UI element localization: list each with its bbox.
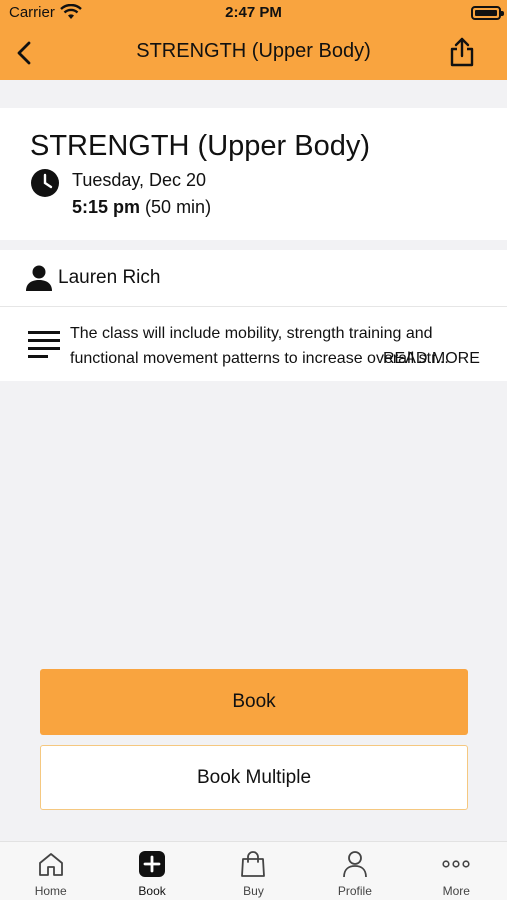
tab-home[interactable]: Home: [0, 842, 101, 900]
class-time: 5:15 pm: [72, 197, 141, 217]
read-more-link[interactable]: READ MORE: [383, 346, 480, 371]
tab-bar: Home Book Buy Profile More: [0, 841, 507, 900]
page-title: STRENGTH (Upper Body): [136, 40, 371, 62]
clock-icon: [31, 169, 59, 197]
class-duration: (50 min): [145, 197, 212, 217]
tab-home-label: Home: [34, 884, 67, 898]
nav-bar: STRENGTH (Upper Body): [0, 26, 507, 80]
tab-more-label: More: [442, 884, 470, 898]
tab-more[interactable]: More: [406, 842, 507, 900]
home-icon: [38, 853, 63, 876]
tab-buy[interactable]: Buy: [203, 842, 304, 900]
book-multiple-button[interactable]: Book Multiple: [40, 745, 468, 810]
status-bar: Carrier 2:47 PM: [0, 0, 507, 26]
more-dots-icon: [442, 860, 470, 868]
tab-profile[interactable]: Profile: [304, 842, 405, 900]
bag-icon: [241, 851, 266, 877]
status-time: 2:47 PM: [225, 4, 282, 21]
book-button[interactable]: Book: [40, 669, 468, 735]
share-icon[interactable]: [447, 36, 477, 68]
plus-square-icon: [139, 851, 166, 877]
class-detail-card: Lauren Rich The class will include mobil…: [0, 250, 507, 381]
class-time-line: 5:15 pm (50 min): [72, 197, 211, 218]
description-lines-icon: [28, 331, 60, 358]
class-header-card: STRENGTH (Upper Body) Tuesday, Dec 20 5:…: [0, 108, 507, 240]
tab-buy-label: Buy: [243, 884, 264, 898]
person-icon: [26, 265, 52, 291]
divider: [0, 306, 507, 307]
instructor-name[interactable]: Lauren Rich: [58, 267, 160, 289]
chevron-left-icon[interactable]: [12, 39, 40, 67]
tab-book-label: Book: [138, 884, 166, 898]
person-outline-icon: [342, 851, 367, 878]
tab-profile-label: Profile: [337, 884, 372, 898]
class-title: STRENGTH (Upper Body): [30, 130, 371, 162]
class-date: Tuesday, Dec 20: [72, 170, 207, 190]
battery-icon: [471, 6, 504, 20]
tab-book[interactable]: Book: [101, 842, 202, 900]
